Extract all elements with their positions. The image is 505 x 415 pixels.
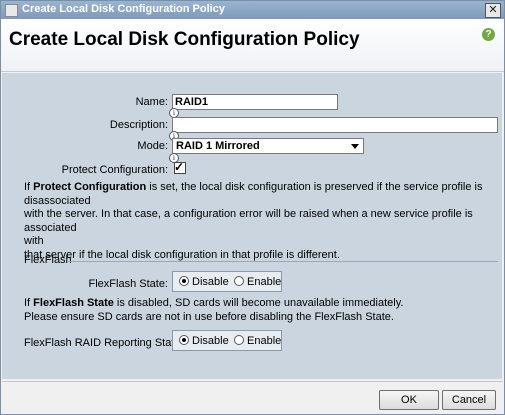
description-label: Description:	[109, 119, 168, 131]
close-icon[interactable]: ✕	[485, 3, 501, 18]
note-text: with	[24, 235, 44, 247]
raid-reporting-group: Disable Enable	[172, 330, 282, 351]
cancel-button[interactable]: Cancel	[442, 390, 496, 410]
mode-row: Mode: RAID 1 Mirrored i	[2, 135, 502, 163]
raid-disable-label[interactable]: Disable	[192, 335, 229, 347]
section-divider	[68, 261, 498, 262]
note-text: If	[24, 181, 34, 193]
flexflash-state-group: Disable Enable	[172, 271, 282, 292]
raid-disable-radio[interactable]	[179, 335, 189, 345]
check-icon: ✓	[174, 160, 185, 174]
note-text: with the server. In that case, a configu…	[24, 208, 473, 234]
flexflash-state-label: FlexFlash State:	[88, 278, 168, 290]
note-text: Please ensure SD cards are not in use be…	[24, 310, 394, 323]
help-icon[interactable]: ?	[482, 28, 495, 41]
form-panel: Name: RAID1 i Description: i Mode: RAID …	[2, 73, 502, 379]
ok-button[interactable]: OK	[379, 390, 439, 410]
note-text: that server if the local disk configurat…	[24, 248, 340, 261]
note-text: is disabled, SD cards will become unavai…	[113, 297, 404, 309]
protect-row: Protect Configuration: ✓	[2, 159, 502, 181]
dialog-window: Create Local Disk Configuration Policy ✕…	[0, 0, 505, 415]
raid-enable-radio[interactable]	[234, 335, 244, 345]
mode-label: Mode:	[137, 140, 168, 152]
note-text: If	[24, 297, 34, 309]
note-bold: Protect Configuration	[33, 181, 147, 193]
description-row: Description: i	[2, 114, 502, 141]
name-field[interactable]: RAID1	[172, 94, 338, 110]
chevron-down-icon[interactable]	[351, 144, 359, 149]
name-label: Name:	[135, 96, 168, 108]
note-text: is set, the local disk configuration is …	[146, 181, 483, 193]
name-row: Name: RAID1 i	[2, 91, 502, 118]
mode-select[interactable]: RAID 1 Mirrored	[172, 138, 364, 154]
flexflash-enable-radio[interactable]	[234, 276, 244, 286]
flexflash-note: If FlexFlash State is disabled, SD cards…	[24, 297, 498, 324]
raid-reporting-row: FlexFlash RAID Reporting State: Disable …	[2, 329, 502, 351]
note-bold: FlexFlash State	[33, 297, 114, 309]
protect-note: If Protect Configuration is set, the loc…	[24, 181, 498, 262]
flexflash-enable-label[interactable]: Enable	[247, 276, 281, 288]
page-title: Create Local Disk Configuration Policy	[9, 29, 360, 50]
flexflash-disable-radio[interactable]	[179, 276, 189, 286]
raid-enable-label[interactable]: Enable	[247, 335, 281, 347]
mode-selected-value: RAID 1 Mirrored	[176, 140, 260, 152]
flexflash-section-label: FlexFlash	[24, 254, 72, 266]
note-text: disassociated	[24, 194, 91, 207]
dialog-footer: OK Cancel	[2, 381, 503, 414]
protect-label: Protect Configuration:	[61, 164, 168, 176]
flexflash-disable-label[interactable]: Disable	[192, 276, 229, 288]
raid-reporting-label: FlexFlash RAID Reporting State:	[24, 337, 184, 349]
window-title: Create Local Disk Configuration Policy	[22, 3, 225, 15]
dialog-header: Create Local Disk Configuration Policy ?	[1, 19, 504, 72]
description-field[interactable]	[172, 117, 498, 133]
flexflash-state-row: FlexFlash State: Disable Enable	[2, 270, 502, 292]
protect-configuration-checkbox[interactable]: ✓	[174, 160, 186, 174]
title-bar[interactable]: Create Local Disk Configuration Policy ✕	[1, 1, 504, 19]
window-icon	[5, 4, 18, 17]
